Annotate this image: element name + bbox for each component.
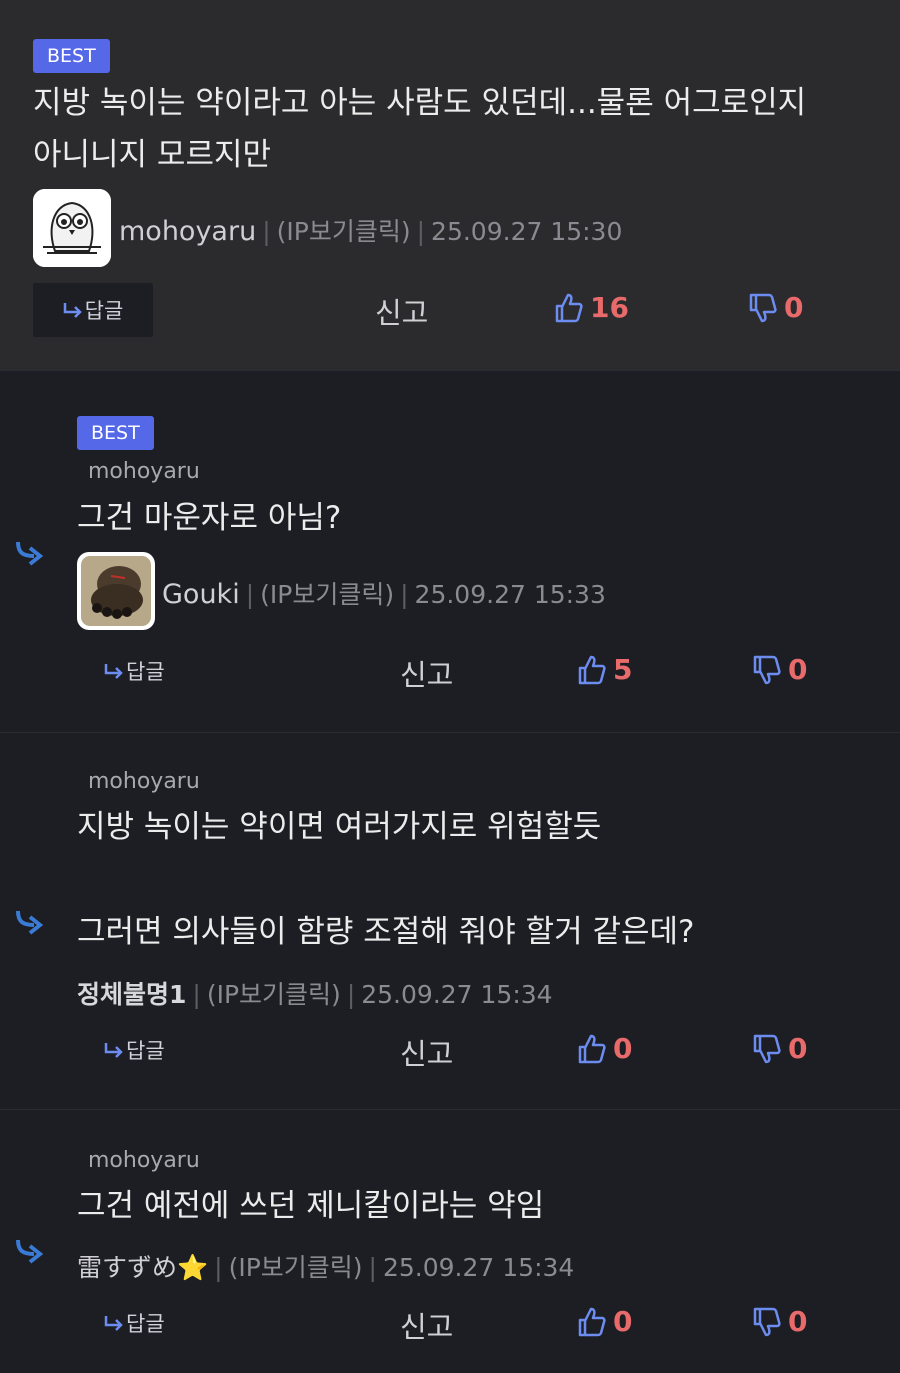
- author-nick[interactable]: mohoyaru: [119, 216, 256, 247]
- like-count: 0: [613, 1032, 633, 1065]
- reply-arrow-icon: [104, 664, 123, 679]
- comment-2: BEST mohoyaru 그건 마운자로 아님? Gouki | (IP보기클릭)…: [0, 370, 900, 732]
- reply-to-user: mohoyaru: [88, 459, 200, 484]
- reply-arrow-icon: [63, 303, 82, 318]
- dislike-count: 0: [784, 291, 804, 324]
- reply-arrow-icon: [16, 910, 44, 935]
- reply-arrow-icon: [16, 541, 44, 566]
- dislike-button[interactable]: 0: [752, 1032, 807, 1065]
- like-count: 0: [613, 1305, 633, 1338]
- report-button[interactable]: 신고: [400, 652, 453, 694]
- author-nick[interactable]: 雷すずめ⭐: [77, 1253, 208, 1282]
- timestamp: 25.09.27 15:33: [414, 580, 606, 609]
- like-button[interactable]: 0: [577, 1032, 632, 1065]
- reply-button[interactable]: 답글: [104, 1308, 165, 1338]
- dislike-count: 0: [788, 1032, 808, 1065]
- reply-label: 답글: [84, 299, 124, 323]
- thumbs-down-icon: [753, 1307, 781, 1336]
- author-nick[interactable]: Gouki: [162, 579, 240, 610]
- comment-1: BEST 지방 녹이는 약이라고 아는 사람도 있던데...물론 어그로인지 아…: [0, 0, 900, 370]
- ip-link[interactable]: (IP보기클릭): [277, 217, 411, 246]
- ip-link[interactable]: (IP보기클릭): [229, 1253, 363, 1282]
- reply-label: 답글: [126, 1312, 165, 1336]
- comment-meta: 정체불명1 | (IP보기클릭) | 25.09.27 15:34: [77, 980, 553, 1009]
- ip-link[interactable]: (IP보기클릭): [207, 980, 341, 1009]
- like-count: 16: [590, 291, 629, 324]
- report-button[interactable]: 신고: [400, 1304, 453, 1346]
- reply-button[interactable]: 답글: [104, 656, 165, 686]
- thumbs-up-icon: [578, 655, 606, 684]
- thumbs-up-icon: [555, 293, 583, 322]
- comment-text-line-1: 그건 마운자로 아님?: [77, 500, 342, 536]
- dislike-count: 0: [788, 1305, 808, 1338]
- dislike-button[interactable]: 0: [752, 1305, 807, 1338]
- best-badge: BEST: [77, 416, 154, 450]
- comment-4: mohoyaru 그건 예전에 쓰던 제니칼이라는 약임 雷すずめ⭐ | (IP보기…: [0, 1109, 900, 1373]
- best-badge: BEST: [33, 39, 110, 73]
- comment-meta: 雷すずめ⭐ | (IP보기클릭) | 25.09.27 15:34: [77, 1253, 575, 1282]
- comment-text-line-1: 지방 녹이는 약이면 여러가지로 위험할듯: [77, 809, 602, 845]
- timestamp: 25.09.27 15:30: [431, 217, 623, 246]
- reply-label: 답글: [126, 660, 165, 684]
- reply-button[interactable]: 답글: [104, 1035, 165, 1065]
- comment-text-line-1: 지방 녹이는 약이라고 아는 사람도 있던데...물론 어그로인지: [33, 85, 807, 121]
- dislike-button[interactable]: 0: [752, 653, 807, 686]
- reply-button[interactable]: 답글: [33, 283, 153, 337]
- comment-meta: mohoyaru | (IP보기클릭) | 25.09.27 15:30: [119, 216, 623, 247]
- reply-arrow-icon: [104, 1043, 123, 1058]
- thumbs-down-icon: [753, 1034, 781, 1063]
- timestamp: 25.09.27 15:34: [382, 1253, 575, 1282]
- comment-text-line-2: 그러면 의사들이 함량 조절해 줘야 할거 같은데?: [77, 914, 695, 950]
- comment-meta: Gouki | (IP보기클릭) | 25.09.27 15:33: [162, 579, 606, 610]
- thumbs-down-icon: [753, 655, 781, 684]
- like-count: 5: [613, 653, 633, 686]
- author-nick[interactable]: 정체불명1: [77, 980, 186, 1009]
- like-button[interactable]: 5: [577, 653, 632, 686]
- comment-text-line-2: 아니니지 모르지만: [33, 137, 272, 173]
- thumbs-up-icon: [578, 1034, 606, 1063]
- reply-arrow-icon: [104, 1316, 123, 1331]
- like-button[interactable]: 0: [577, 1305, 632, 1338]
- reply-label: 답글: [126, 1039, 165, 1063]
- timestamp: 25.09.27 15:34: [361, 980, 553, 1009]
- reply-to-user: mohoyaru: [88, 1148, 200, 1173]
- like-button[interactable]: 16: [554, 291, 629, 324]
- owl-avatar[interactable]: [33, 189, 111, 267]
- dislike-count: 0: [788, 653, 808, 686]
- reply-to-user: mohoyaru: [88, 769, 200, 794]
- thumbs-up-icon: [578, 1307, 606, 1336]
- report-button[interactable]: 신고: [375, 290, 428, 332]
- dislike-button[interactable]: 0: [748, 291, 803, 324]
- gouki-avatar[interactable]: [77, 552, 155, 630]
- comment-3: mohoyaru 지방 녹이는 약이면 여러가지로 위험할듯 그러면 의사들이 …: [0, 732, 900, 1109]
- reply-arrow-icon: [16, 1239, 44, 1264]
- report-button[interactable]: 신고: [400, 1031, 453, 1073]
- ip-link[interactable]: (IP보기클릭): [260, 580, 394, 609]
- thumbs-down-icon: [749, 293, 777, 322]
- comment-text-line-1: 그건 예전에 쓰던 제니칼이라는 약임: [77, 1188, 545, 1224]
